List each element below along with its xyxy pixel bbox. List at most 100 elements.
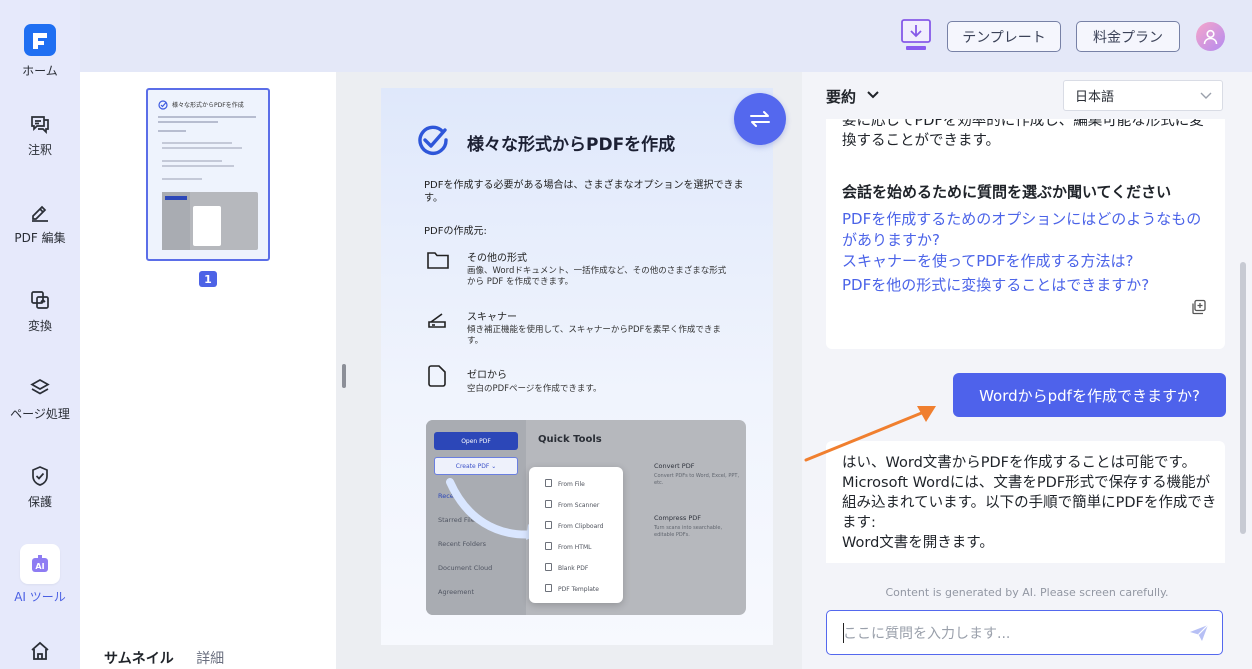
document-viewer: 様々な形式からPDFを作成 PDFを作成する必要がある場合は、さまざまなオプショ… — [336, 72, 802, 669]
qt-title: Quick Tools — [538, 434, 602, 445]
rail-label-pages: ページ処理 — [10, 407, 70, 421]
copy-icon[interactable] — [1191, 299, 1207, 315]
suggestion-link-2[interactable]: スキャナーを使ってPDFを作成する方法は? — [842, 251, 1212, 272]
rail-label-convert: 変換 — [27, 319, 52, 333]
rail-label-home: ホーム — [22, 64, 58, 78]
folder-icon — [427, 252, 449, 269]
qt-card-compress-title: Compress PDF — [654, 514, 702, 522]
chat-footer: Content is generated by AI. Please scree… — [802, 563, 1252, 669]
qt-dd-from-clipboard: From Clipboard — [545, 521, 603, 530]
option-other-formats-title: その他の形式 — [467, 253, 527, 264]
send-icon[interactable] — [1189, 624, 1209, 642]
thumbnail-sidebar — [162, 192, 190, 250]
convert-icon — [31, 291, 49, 309]
rail-item-home[interactable]: ホーム — [0, 24, 80, 79]
panel-resize-handle[interactable] — [342, 364, 346, 388]
chat-messages[interactable]: 要に応じてPDFを効率的に作成し、編集可能な形式に変換することができます。 会話… — [802, 119, 1252, 563]
rail-label-protect: 保護 — [27, 495, 52, 509]
blank-page-icon — [428, 365, 446, 387]
assistant-reply-step: Word文書を開きます。 — [842, 535, 994, 551]
qt-card-convert-title: Convert PDF — [654, 462, 695, 470]
thumbnail-text-line — [162, 160, 222, 162]
tab-detail[interactable]: 詳細 — [196, 651, 224, 667]
assistant-intro-text: 要に応じてPDFを効率的に作成し、編集可能な形式に変換することができます。 — [842, 119, 1204, 149]
page-thumbnail[interactable]: 様々な形式からPDFを作成 — [146, 88, 270, 261]
thumbnail-tabs: サムネイル 詳細 — [104, 648, 242, 668]
qt-dd-blank-pdf: Blank PDF — [545, 563, 588, 572]
tab-thumbnail[interactable]: サムネイル — [104, 651, 174, 667]
language-select[interactable]: 日本語 — [1063, 80, 1223, 111]
rail-item-convert[interactable]: 変換 — [0, 289, 80, 334]
document-title: 様々な形式からPDFを作成 — [467, 135, 676, 155]
qt-card-compress-sub: Turn scans into searchable, editable PDF… — [654, 525, 723, 538]
qt-create-pdf-label: Create PDF — [455, 462, 490, 470]
thumbnail-panel: 様々な形式からPDFを作成 1 サムネイル 詳細 — [80, 72, 336, 669]
edit-pen-icon — [32, 205, 48, 222]
thumbnail-text-line — [158, 121, 218, 123]
qt-side-cloud: Document Cloud — [438, 564, 493, 572]
thumbnail-text-line — [162, 178, 202, 180]
download-desktop-icon[interactable] — [898, 18, 934, 52]
page-number-badge: 1 — [199, 271, 217, 287]
ai-disclaimer: Content is generated by AI. Please scree… — [885, 586, 1169, 599]
thumbnail-text-line — [162, 147, 242, 149]
user-message: Wordからpdfを作成できますか? — [953, 373, 1226, 417]
thumbnail-text-line — [158, 116, 256, 118]
swap-arrows-icon — [750, 111, 770, 127]
check-circle-icon — [418, 125, 448, 156]
qt-card-compress: Compress PDF Turn scans into searchable,… — [654, 514, 740, 539]
qt-create-pdf-button: Create PDF ⌄ — [434, 457, 518, 475]
suggestion-link-3[interactable]: PDFを他の形式に変換することはできますか? — [842, 275, 1212, 296]
assistant-message-suggestions: 要に応じてPDFを効率的に作成し、編集可能な形式に変換することができます。 会話… — [826, 119, 1225, 349]
qt-dd-from-file: From File — [545, 479, 585, 488]
assistant-reply-paragraph: はい、Word文書からPDFを作成することは可能です。Microsoft Wor… — [842, 455, 1217, 531]
source-heading: PDFの作成元: — [424, 226, 487, 237]
chat-scrollbar[interactable] — [1240, 262, 1246, 534]
qt-card-convert: Convert PDF Convert PDFs to Word, Excel,… — [654, 462, 740, 487]
pdf-page: 様々な形式からPDFを作成 PDFを作成する必要がある場合は、さまざまなオプショ… — [381, 88, 773, 645]
assistant-reply-text: はい、Word文書からPDFを作成することは可能です。Microsoft Wor… — [842, 453, 1217, 553]
swap-panels-button[interactable] — [734, 93, 786, 145]
text-caret — [843, 623, 844, 643]
qt-create-dropdown: From File From Scanner From Clipboard Fr… — [529, 467, 623, 603]
app-logo-icon — [24, 24, 56, 56]
qt-side-agreement: Agreement — [438, 588, 475, 596]
qt-open-pdf-button: Open PDF — [434, 432, 518, 450]
rail-item-bottom-home[interactable] — [0, 640, 80, 668]
svg-text:AI: AI — [35, 562, 44, 571]
rail-item-annotate[interactable]: 注釈 — [0, 113, 80, 158]
option-other-formats-desc: 画像、Wordドキュメント、一括作成など、その他のさまざまな形式から PDF を… — [467, 266, 727, 287]
language-value: 日本語 — [1075, 90, 1115, 105]
qt-dd-from-html: From HTML — [545, 542, 591, 551]
user-avatar[interactable] — [1196, 22, 1225, 51]
option-scanner-desc: 傾き補正機能を使用して、スキャナーからPDFを素早く作成できます。 — [467, 325, 721, 346]
chat-input-field[interactable]: ここに質問を入力します... — [826, 610, 1223, 655]
template-button[interactable]: テンプレート — [947, 21, 1061, 52]
qt-card-convert-sub: Convert PDFs to Word, Excel, PPT, etc. — [654, 473, 740, 486]
option-scanner-title: スキャナー — [467, 312, 517, 323]
thumbnail-text-line — [162, 142, 232, 144]
suggestion-link-1[interactable]: PDFを作成するためのオプションにはどのようなものがありますか? — [842, 209, 1212, 251]
rail-item-pages[interactable]: ページ処理 — [0, 377, 80, 422]
chat-input-placeholder: ここに質問を入力します... — [843, 625, 1011, 642]
summary-menu-label[interactable]: 要約 — [826, 86, 856, 107]
rail-item-ai-tools[interactable]: AI AI ツール — [0, 544, 80, 605]
quick-tools-screenshot: Open PDF Create PDF ⌄ Recent Starred Fil… — [426, 420, 746, 615]
document-intro: PDFを作成する必要がある場合は、さまざまなオプションを選択できます。 — [424, 180, 744, 204]
option-blank-title: ゼロから — [467, 370, 507, 381]
orange-annotation-arrow — [804, 406, 936, 462]
left-nav-rail: ホーム 注釈 PDF 編集 変換 ページ処理 保護 AI AI ツール — [0, 0, 80, 669]
pricing-button[interactable]: 料金プラン — [1076, 21, 1180, 52]
house-icon — [31, 641, 49, 660]
rail-item-edit[interactable]: PDF 編集 — [0, 201, 80, 246]
scanner-icon — [428, 313, 446, 328]
thumbnail-check-icon — [158, 100, 168, 110]
rail-label-edit: PDF 編集 — [14, 231, 66, 245]
chevron-down-icon[interactable] — [866, 90, 880, 100]
suggestion-heading: 会話を始めるために質問を選ぶか聞いてください — [842, 183, 1172, 201]
option-blank-desc: 空白のPDFページを作成できます。 — [467, 384, 602, 394]
rail-item-protect[interactable]: 保護 — [0, 465, 80, 510]
thumbnail-text-line — [162, 165, 234, 167]
thumbnail-quick-tools — [162, 192, 258, 250]
qt-dd-from-scanner: From Scanner — [545, 500, 599, 509]
